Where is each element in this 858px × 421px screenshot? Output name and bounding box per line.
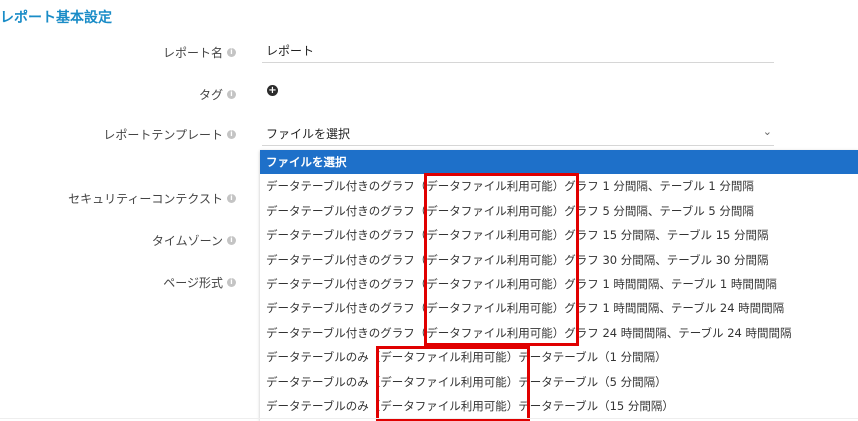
report-name-value: レポート bbox=[266, 44, 315, 58]
report-name-label: レポート名 i bbox=[163, 44, 236, 61]
info-icon: i bbox=[227, 130, 236, 139]
timezone-label: タイムゾーン i bbox=[152, 232, 236, 249]
security-context-label: セキュリティーコンテクスト i bbox=[68, 190, 236, 207]
highlight-box-graph-options bbox=[424, 173, 579, 346]
dropdown-option[interactable]: データテーブルのみ（データファイル利用可能）データテーブル（15 分間隔） bbox=[260, 394, 858, 418]
add-tag-icon[interactable]: + bbox=[267, 85, 278, 96]
dropdown-option-selected[interactable]: ファイルを選択 bbox=[260, 150, 858, 175]
chevron-down-icon[interactable]: ⌄ bbox=[763, 125, 772, 138]
template-selected-value: ファイルを選択 bbox=[266, 127, 351, 141]
report-name-input[interactable]: レポート bbox=[262, 38, 774, 63]
info-icon: i bbox=[227, 90, 236, 99]
tag-label: タグ i bbox=[199, 86, 236, 103]
info-icon: i bbox=[227, 278, 236, 287]
dropdown-option[interactable]: データテーブルのみ（データファイル利用可能）データテーブル（5 分間隔） bbox=[260, 370, 858, 394]
template-label: レポートテンプレート i bbox=[103, 126, 236, 143]
template-select[interactable]: ファイルを選択 ⌄ bbox=[262, 121, 774, 146]
page-format-label: ページ形式 i bbox=[163, 274, 236, 291]
info-icon: i bbox=[227, 194, 236, 203]
section-title: レポート基本設定 bbox=[0, 10, 112, 26]
divider bbox=[0, 418, 858, 419]
dropdown-option[interactable]: データテーブルのみ（データファイル利用可能）データテーブル（1 分間隔） bbox=[260, 345, 858, 369]
highlight-box-table-options bbox=[376, 346, 530, 421]
info-icon: i bbox=[227, 236, 236, 245]
info-icon: i bbox=[227, 48, 236, 57]
